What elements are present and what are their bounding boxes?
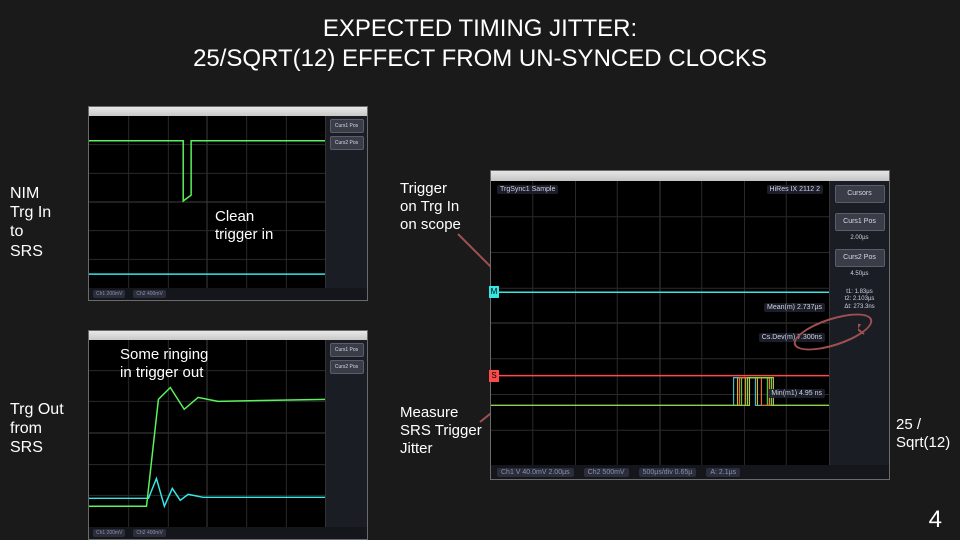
label-ringing: Some ringing in trigger out	[120, 346, 208, 382]
scope-footer: Ch1 200mV Ch2 400mV	[89, 288, 367, 300]
scope-footer: Ch1 200mV Ch2 400mV	[89, 527, 367, 539]
title-line2: 25/SQRT(12) EFFECT FROM UN-SYNCED CLOCKS	[193, 45, 767, 72]
scope-footer-ch2: Ch2 400mV	[133, 529, 165, 537]
label-formula: 25 / Sqrt(12)	[896, 416, 950, 452]
label-measure: Measure SRS Trigger Jitter	[400, 404, 482, 458]
label-clean-trigger: Clean trigger in	[215, 208, 273, 244]
label-trg-out: Trg Out from SRS	[10, 400, 64, 458]
scope-btn-c1: Curs1 Pos	[835, 213, 885, 231]
scope-btn-curs2: Curs2 Pos	[330, 360, 364, 374]
scope-tag-info: HiRes IX 2112 2	[767, 185, 823, 194]
scope-marker-s: S	[489, 370, 499, 382]
scope-btn-curs1: Curs1 Pos	[330, 343, 364, 357]
scope-sidebar: Curs1 Pos Curs2 Pos	[325, 116, 367, 288]
label-trigger-on: Trigger on Trg In on scope	[400, 180, 461, 234]
scope-footer-ch1: Ch1 200mV	[93, 290, 125, 298]
scope-tag-trg: TrgSync1 Sample	[497, 185, 558, 194]
page-number: 4	[929, 506, 942, 534]
scope-plot: TrgSync1 Sample HiRes IX 2112 2 Mean(m) …	[491, 181, 829, 465]
scope-menubar	[89, 107, 367, 116]
scope-sidebar: Curs1 Pos Curs2 Pos	[325, 340, 367, 527]
scope-footer-ch2: Ch2 400mV	[133, 290, 165, 298]
slide-title: EXPECTED TIMING JITTER: 25/SQRT(12) EFFE…	[0, 0, 960, 74]
scope-plot	[89, 116, 325, 288]
scope-footer-time: 500µs/div 0.65µ	[639, 468, 697, 477]
scope-footer: Ch1 V 40.0mV 2.00µs Ch2 500mV 500µs/div …	[491, 465, 889, 479]
scope-marker-m: M	[489, 286, 499, 298]
scope-btn-curs2: Curs2 Pos	[330, 136, 364, 150]
scope-footer-ch2: Ch2 500mV	[584, 468, 629, 477]
scope-btn-cursors: Cursors	[835, 185, 885, 203]
label-nim-trg-in: NIM Trg In to SRS	[10, 184, 51, 261]
scope-footer-rate: A: 2.1µs	[706, 468, 740, 477]
scope-stats: t1: 1.83µs t2: 2.103µs Δt: 273.3ns	[830, 289, 889, 312]
scope-c1-value: 2.00µs	[830, 235, 889, 243]
scope-menubar	[89, 331, 367, 340]
scope-menubar	[491, 171, 889, 181]
scope-footer-ch1: Ch1 V 40.0mV 2.00µs	[497, 468, 574, 477]
scope-c2-value: 4.50µs	[830, 271, 889, 279]
scope-plot-mean: Mean(m) 2.737µs	[764, 303, 825, 312]
scope-top: Curs1 Pos Curs2 Pos Ch1 200mV Ch2 400mV	[88, 106, 368, 301]
scope-plot-min: Min(m1) 4.95 ns	[768, 389, 825, 398]
scope-footer-ch1: Ch1 200mV	[93, 529, 125, 537]
title-line1: EXPECTED TIMING JITTER:	[323, 15, 637, 42]
scope-btn-curs1: Curs1 Pos	[330, 119, 364, 133]
scope-btn-c2: Curs2 Pos	[835, 249, 885, 267]
